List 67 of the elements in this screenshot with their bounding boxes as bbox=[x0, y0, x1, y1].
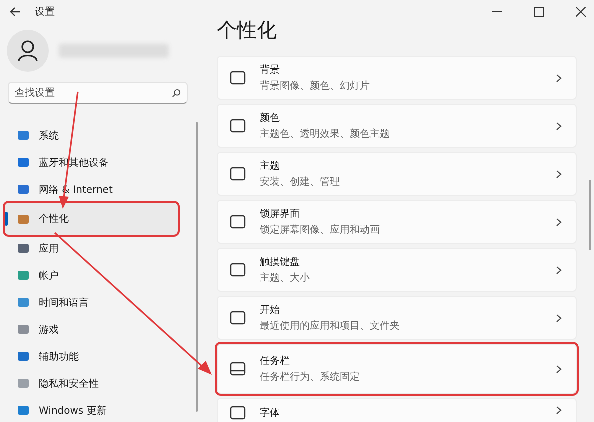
chevron-icon bbox=[556, 314, 562, 322]
window-title: 设置 bbox=[35, 6, 55, 19]
sidebar-item[interactable]: 游戏 bbox=[5, 316, 178, 343]
sidebar-item[interactable]: 帐户 bbox=[5, 262, 178, 289]
back-arrow-icon[interactable] bbox=[10, 7, 21, 17]
sidebar-item[interactable]: Windows 更新 bbox=[5, 397, 178, 422]
sidebar-item[interactable]: 隐私和安全性 bbox=[5, 370, 178, 397]
chevron-icon bbox=[556, 170, 562, 178]
card-subtitle: 主题色、透明效果、颜色主题 bbox=[260, 128, 391, 141]
sidebar-item[interactable]: 辅助功能 bbox=[5, 343, 178, 370]
settings-card[interactable]: 颜色 主题色、透明效果、颜色主题 bbox=[217, 104, 577, 148]
nav-icon bbox=[18, 158, 29, 167]
settings-card[interactable]: 主题 安装、创建、管理 bbox=[217, 152, 577, 196]
setting-icon bbox=[230, 167, 246, 181]
settings-card[interactable]: 字体 bbox=[217, 398, 577, 422]
avatar-circle bbox=[7, 30, 49, 72]
card-title: 主题 bbox=[260, 160, 281, 173]
setting-icon bbox=[230, 362, 246, 376]
card-title: 字体 bbox=[260, 406, 281, 420]
settings-card[interactable]: 锁屏界面 锁定屏幕图像、应用和动画 bbox=[217, 200, 577, 244]
card-title: 背景 bbox=[260, 64, 281, 77]
chevron-icon bbox=[556, 406, 562, 415]
nav-icon bbox=[18, 406, 29, 415]
card-title: 开始 bbox=[260, 304, 281, 317]
setting-icon bbox=[230, 119, 246, 133]
setting-icon bbox=[230, 263, 246, 277]
setting-icon bbox=[230, 215, 246, 229]
sidebar-item[interactable]: 时间和语言 bbox=[5, 289, 178, 316]
close-icon[interactable] bbox=[576, 7, 586, 17]
setting-icon bbox=[230, 406, 246, 420]
chevron-icon bbox=[556, 266, 562, 274]
chevron-icon bbox=[556, 364, 562, 374]
card-title: 任务栏 bbox=[260, 354, 291, 368]
settings-card[interactable]: 任务栏 任务栏行为、系统固定 bbox=[217, 344, 577, 394]
nav-icon bbox=[18, 214, 29, 224]
search-field[interactable]: 查找设置 bbox=[8, 82, 188, 104]
sidebar-item[interactable]: 系统 bbox=[5, 122, 178, 149]
card-subtitle: 主题、大小 bbox=[260, 272, 311, 285]
nav-icon bbox=[18, 298, 29, 307]
nav-icon bbox=[18, 185, 29, 194]
search-icon[interactable] bbox=[172, 89, 181, 98]
chevron-icon bbox=[556, 122, 562, 130]
chevron-icon bbox=[556, 74, 562, 82]
sidebar-item[interactable]: 应用 bbox=[5, 235, 178, 262]
nav-icon bbox=[18, 379, 29, 388]
card-title: 颜色 bbox=[260, 112, 281, 125]
settings-card[interactable]: 开始 最近使用的应用和项目、文件夹 bbox=[217, 296, 577, 340]
card-subtitle: 锁定屏幕图像、应用和动画 bbox=[260, 224, 381, 237]
page-title: 个性化 bbox=[217, 17, 277, 44]
nav-icon bbox=[18, 131, 29, 140]
nav-icon bbox=[18, 244, 29, 253]
settings-card[interactable]: 触摸键盘 主题、大小 bbox=[217, 248, 577, 292]
chevron-icon bbox=[556, 218, 562, 226]
card-subtitle: 背景图像、颜色、幻灯片 bbox=[260, 80, 371, 93]
setting-icon bbox=[230, 71, 246, 85]
card-subtitle: 安装、创建、管理 bbox=[260, 176, 341, 189]
card-subtitle: 任务栏行为、系统固定 bbox=[260, 370, 361, 384]
maximize-icon[interactable] bbox=[534, 7, 544, 17]
card-title: 锁屏界面 bbox=[260, 208, 301, 221]
nav-icon bbox=[18, 325, 29, 334]
card-subtitle: 最近使用的应用和项目、文件夹 bbox=[260, 320, 401, 333]
sidebar-item[interactable]: 个性化 bbox=[5, 203, 178, 235]
settings-card[interactable]: 背景 背景图像、颜色、幻灯片 bbox=[217, 56, 577, 100]
card-title: 触摸键盘 bbox=[260, 256, 301, 269]
nav-icon bbox=[18, 352, 29, 361]
nav-icon bbox=[18, 271, 29, 280]
setting-icon bbox=[230, 311, 246, 325]
